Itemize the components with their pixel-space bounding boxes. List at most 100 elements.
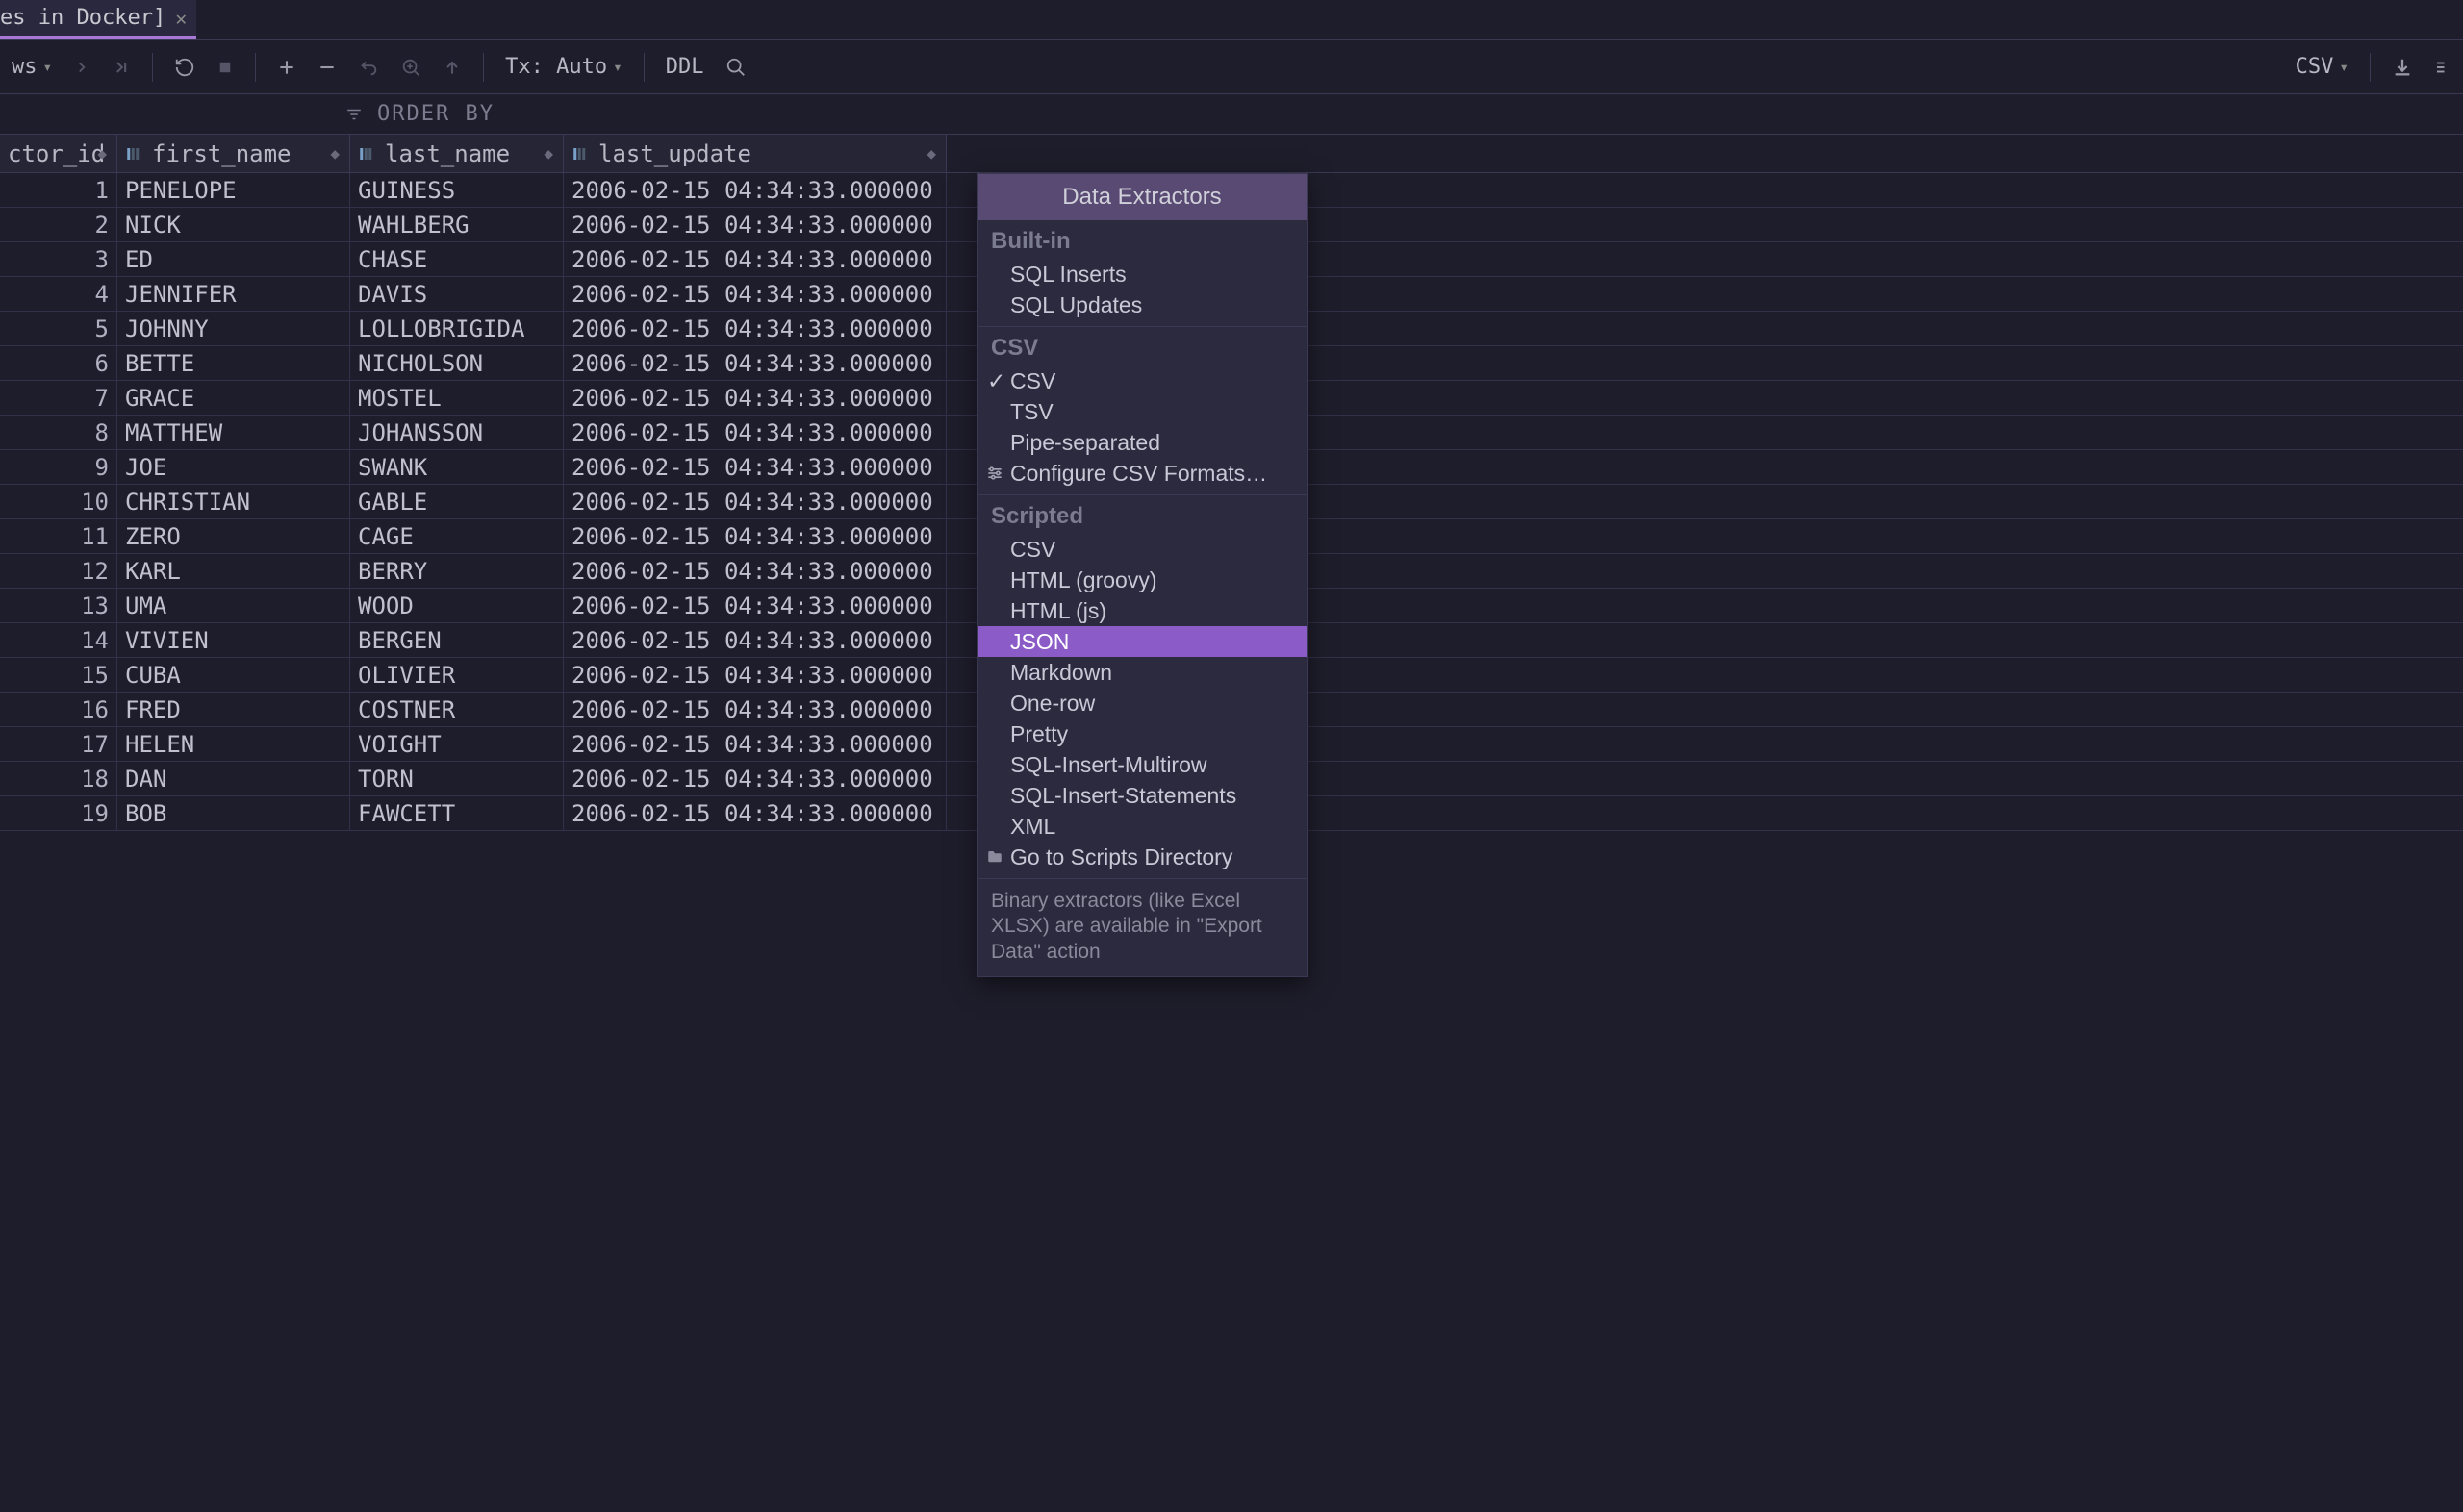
extractor-item[interactable]: SQL Inserts [978, 259, 1307, 290]
add-row-icon[interactable] [277, 58, 296, 77]
cell-last-name[interactable]: GABLE [350, 485, 564, 518]
cell-id[interactable]: 17 [0, 727, 117, 761]
cell-last-name[interactable]: BERRY [350, 554, 564, 588]
cell-first-name[interactable]: MATTHEW [117, 416, 350, 449]
refresh-icon[interactable] [174, 57, 195, 78]
cell-first-name[interactable]: PENELOPE [117, 173, 350, 207]
cell-last-update[interactable]: 2006-02-15 04:34:33.000000 [564, 173, 947, 207]
cell-last-update[interactable]: 2006-02-15 04:34:33.000000 [564, 242, 947, 276]
cell-last-update[interactable]: 2006-02-15 04:34:33.000000 [564, 762, 947, 795]
cell-last-name[interactable]: VOIGHT [350, 727, 564, 761]
cell-last-name[interactable]: WAHLBERG [350, 208, 564, 241]
cell-last-update[interactable]: 2006-02-15 04:34:33.000000 [564, 450, 947, 484]
close-icon[interactable]: ✕ [175, 7, 187, 30]
order-by-bar[interactable]: ORDER BY [0, 94, 2463, 135]
cell-first-name[interactable]: GRACE [117, 381, 350, 415]
cell-last-update[interactable]: 2006-02-15 04:34:33.000000 [564, 519, 947, 553]
cell-last-name[interactable]: WOOD [350, 589, 564, 622]
cell-first-name[interactable]: DAN [117, 762, 350, 795]
column-header-last-name[interactable]: last_name ◆ [350, 135, 564, 172]
extractor-item[interactable]: SQL-Insert-Multirow [978, 749, 1307, 780]
last-page-icon[interactable] [112, 58, 131, 77]
extractor-item[interactable]: One-row [978, 688, 1307, 718]
revert-icon[interactable] [358, 57, 379, 78]
cell-last-name[interactable]: NICHOLSON [350, 346, 564, 380]
tx-mode-dropdown[interactable]: Tx: Auto ▾ [505, 55, 622, 79]
cell-id[interactable]: 1 [0, 173, 117, 207]
cell-last-name[interactable]: JOHANSSON [350, 416, 564, 449]
cell-last-update[interactable]: 2006-02-15 04:34:33.000000 [564, 658, 947, 692]
cell-first-name[interactable]: CUBA [117, 658, 350, 692]
cell-id[interactable]: 19 [0, 796, 117, 830]
cell-first-name[interactable]: JENNIFER [117, 277, 350, 311]
export-format-dropdown[interactable]: CSV ▾ [2296, 55, 2349, 79]
cell-last-name[interactable]: TORN [350, 762, 564, 795]
cell-first-name[interactable]: JOE [117, 450, 350, 484]
cell-last-update[interactable]: 2006-02-15 04:34:33.000000 [564, 277, 947, 311]
cell-id[interactable]: 7 [0, 381, 117, 415]
cell-id[interactable]: 12 [0, 554, 117, 588]
cell-last-name[interactable]: COSTNER [350, 693, 564, 726]
column-header-first-name[interactable]: first_name ◆ [117, 135, 350, 172]
next-page-icon[interactable] [73, 59, 90, 76]
column-header-id[interactable]: ctor_id ◆ [0, 135, 117, 172]
stop-icon[interactable] [216, 59, 234, 76]
cell-first-name[interactable]: VIVIEN [117, 623, 350, 657]
commit-preview-icon[interactable] [400, 57, 421, 78]
cell-last-update[interactable]: 2006-02-15 04:34:33.000000 [564, 796, 947, 830]
cell-last-name[interactable]: OLIVIER [350, 658, 564, 692]
cell-last-name[interactable]: BERGEN [350, 623, 564, 657]
cell-id[interactable]: 10 [0, 485, 117, 518]
cell-id[interactable]: 4 [0, 277, 117, 311]
download-icon[interactable] [2392, 57, 2413, 78]
cell-first-name[interactable]: NICK [117, 208, 350, 241]
extractor-item[interactable]: XML [978, 811, 1307, 842]
cell-last-update[interactable]: 2006-02-15 04:34:33.000000 [564, 554, 947, 588]
cell-last-update[interactable]: 2006-02-15 04:34:33.000000 [564, 208, 947, 241]
ddl-button[interactable]: DDL [666, 55, 704, 79]
cell-last-update[interactable]: 2006-02-15 04:34:33.000000 [564, 312, 947, 345]
cell-first-name[interactable]: KARL [117, 554, 350, 588]
extractor-item[interactable]: HTML (js) [978, 595, 1307, 626]
cell-last-update[interactable]: 2006-02-15 04:34:33.000000 [564, 623, 947, 657]
extractor-item[interactable]: Configure CSV Formats… [978, 458, 1307, 489]
cell-id[interactable]: 6 [0, 346, 117, 380]
cell-last-update[interactable]: 2006-02-15 04:34:33.000000 [564, 346, 947, 380]
cell-id[interactable]: 2 [0, 208, 117, 241]
cell-last-name[interactable]: SWANK [350, 450, 564, 484]
extractor-item[interactable]: ✓CSV [978, 365, 1307, 396]
cell-first-name[interactable]: UMA [117, 589, 350, 622]
cell-id[interactable]: 18 [0, 762, 117, 795]
cell-last-name[interactable]: DAVIS [350, 277, 564, 311]
cell-id[interactable]: 13 [0, 589, 117, 622]
submit-icon[interactable] [443, 58, 462, 77]
cell-last-update[interactable]: 2006-02-15 04:34:33.000000 [564, 727, 947, 761]
remove-row-icon[interactable] [317, 58, 337, 77]
cell-first-name[interactable]: FRED [117, 693, 350, 726]
cell-last-name[interactable]: FAWCETT [350, 796, 564, 830]
cell-first-name[interactable]: BOB [117, 796, 350, 830]
cell-last-name[interactable]: LOLLOBRIGIDA [350, 312, 564, 345]
cell-first-name[interactable]: ZERO [117, 519, 350, 553]
cell-first-name[interactable]: BETTE [117, 346, 350, 380]
extractor-item[interactable]: HTML (groovy) [978, 565, 1307, 595]
cell-id[interactable]: 8 [0, 416, 117, 449]
cell-id[interactable]: 9 [0, 450, 117, 484]
cell-id[interactable]: 11 [0, 519, 117, 553]
cell-last-name[interactable]: GUINESS [350, 173, 564, 207]
cell-id[interactable]: 16 [0, 693, 117, 726]
editor-tab[interactable]: es in Docker] ✕ [0, 0, 196, 39]
cell-first-name[interactable]: JOHNNY [117, 312, 350, 345]
cell-id[interactable]: 14 [0, 623, 117, 657]
rows-dropdown[interactable]: ws ▾ [12, 55, 52, 79]
extractor-item[interactable]: Go to Scripts Directory [978, 842, 1307, 872]
extractor-item[interactable]: Pipe-separated [978, 427, 1307, 458]
extractor-item[interactable]: SQL-Insert-Statements [978, 780, 1307, 811]
cell-id[interactable]: 5 [0, 312, 117, 345]
cell-id[interactable]: 15 [0, 658, 117, 692]
cell-last-update[interactable]: 2006-02-15 04:34:33.000000 [564, 416, 947, 449]
extractor-item[interactable]: Markdown [978, 657, 1307, 688]
cell-last-update[interactable]: 2006-02-15 04:34:33.000000 [564, 485, 947, 518]
cell-last-name[interactable]: MOSTEL [350, 381, 564, 415]
cell-first-name[interactable]: HELEN [117, 727, 350, 761]
